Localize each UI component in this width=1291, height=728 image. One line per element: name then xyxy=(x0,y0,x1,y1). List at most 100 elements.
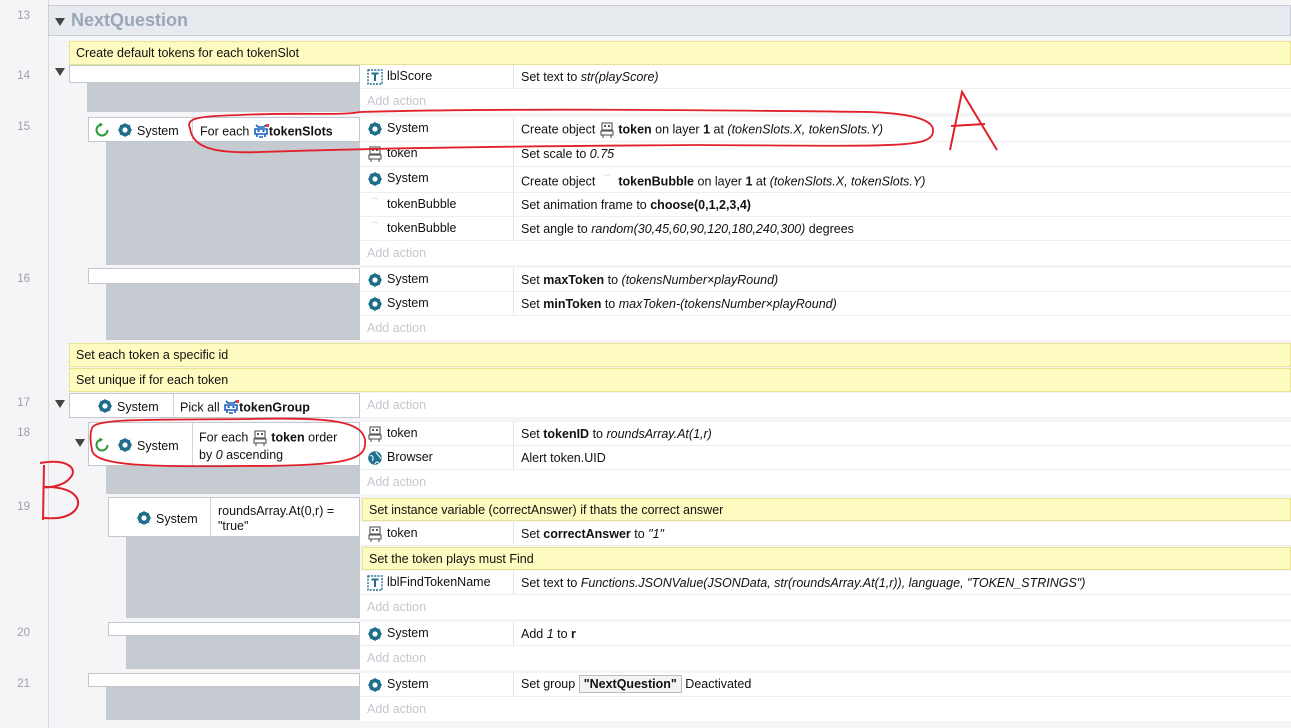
system-gear-icon xyxy=(136,510,152,526)
add-action-button[interactable]: Add action xyxy=(360,393,1291,417)
sprite-invader-icon xyxy=(224,400,240,414)
column-divider xyxy=(513,446,514,469)
column-divider xyxy=(192,423,193,465)
condition-object-name: System xyxy=(137,124,179,138)
action-row[interactable]: System Set minToken to maxToken-(tokensN… xyxy=(360,292,1291,316)
action-text: Set minToken to maxToken-(tokensNumber×p… xyxy=(521,297,837,311)
token-robot-icon xyxy=(368,426,382,442)
add-action-button[interactable]: Add action xyxy=(360,316,1291,340)
event-17-condition-block[interactable]: System Pick all tokenGroup xyxy=(69,393,360,418)
event-group-header[interactable]: NextQuestion xyxy=(48,5,1291,36)
action-object-name: System xyxy=(387,677,429,692)
condition-object-name: System xyxy=(117,400,159,414)
token-robot-icon xyxy=(368,146,382,162)
action-object-name: tokenBubble xyxy=(387,197,457,212)
system-gear-icon xyxy=(367,171,383,187)
loop-icon xyxy=(95,122,109,137)
action-text: Add 1 to r xyxy=(521,627,576,641)
line-number: 14 xyxy=(17,70,30,82)
action-row[interactable]: System Add 1 to r xyxy=(360,622,1291,646)
system-gear-icon xyxy=(367,626,383,642)
line-number: 13 xyxy=(17,10,30,22)
bubble-icon xyxy=(371,221,379,224)
bubble-icon xyxy=(371,197,379,200)
action-row[interactable]: token Set tokenID to roundsArray.At(1,r) xyxy=(360,422,1291,446)
collapse-triangle-icon[interactable] xyxy=(75,439,85,447)
add-action-button[interactable]: Add action xyxy=(360,241,1291,265)
event-21-condition-block[interactable] xyxy=(88,673,360,687)
condition-text: roundsArray.At(0,r) = "true" xyxy=(218,504,335,533)
column-divider xyxy=(513,422,514,445)
action-text: Alert token.UID xyxy=(521,451,606,465)
line-number: 17 xyxy=(17,397,30,409)
event-comment[interactable]: Set each token a specific id xyxy=(69,343,1291,367)
collapse-triangle-icon[interactable] xyxy=(55,400,65,408)
action-row[interactable]: System Create object token on layer 1 at… xyxy=(360,117,1291,142)
group-title: NextQuestion xyxy=(71,10,189,30)
browser-globe-icon xyxy=(367,450,383,466)
collapse-triangle-icon[interactable] xyxy=(55,68,65,76)
condition-text: For each tokenSlots xyxy=(200,124,333,139)
condition-object-name: System xyxy=(137,439,179,453)
column-divider xyxy=(513,217,514,240)
action-row[interactable]: lblScore Set text to str(playScore) xyxy=(360,65,1291,89)
action-comment[interactable]: Set instance variable (correctAnswer) if… xyxy=(362,498,1291,521)
condition-object-name: System xyxy=(156,512,198,526)
action-object-name: System xyxy=(387,272,429,287)
event-20-condition-block[interactable] xyxy=(108,622,360,636)
action-text: Set angle to random(30,45,60,90,120,180,… xyxy=(521,222,854,236)
line-number: 20 xyxy=(17,627,30,639)
condition-text-line1: For each token order xyxy=(199,430,338,446)
action-row[interactable]: lblFindTokenName Set text to Functions.J… xyxy=(360,571,1291,595)
system-gear-icon xyxy=(97,398,113,414)
condition-text: Pick all tokenGroup xyxy=(180,400,310,415)
action-row[interactable]: System Set group "NextQuestion" Deactiva… xyxy=(360,673,1291,697)
action-row[interactable]: token Set scale to 0.75 xyxy=(360,142,1291,167)
gutter-line xyxy=(48,0,49,728)
column-divider xyxy=(513,117,514,141)
action-object-name: System xyxy=(387,171,429,186)
event-16-condition-block[interactable] xyxy=(88,268,360,284)
sprite-invader-icon xyxy=(254,124,269,138)
column-divider xyxy=(513,673,514,696)
add-action-button[interactable]: Add action xyxy=(360,595,1291,619)
add-action-button[interactable]: Add action xyxy=(360,89,1291,113)
action-row[interactable]: System Create object tokenBubble on laye… xyxy=(360,167,1291,193)
system-gear-icon xyxy=(367,296,383,312)
action-object-name: token xyxy=(387,426,418,441)
add-action-button[interactable]: Add action xyxy=(360,697,1291,721)
action-row[interactable]: Browser Alert token.UID xyxy=(360,446,1291,470)
action-row[interactable]: token Set correctAnswer to "1" xyxy=(360,522,1291,546)
event-14-condition-block[interactable] xyxy=(69,65,360,83)
column-divider xyxy=(513,142,514,166)
column-divider xyxy=(192,118,193,141)
bubble-icon xyxy=(603,174,611,177)
action-row[interactable]: tokenBubble Set animation frame to choos… xyxy=(360,193,1291,217)
action-comment[interactable]: Set the token plays must Find xyxy=(362,547,1291,570)
system-gear-icon xyxy=(367,121,383,137)
action-object-name: token xyxy=(387,146,418,161)
event-15-condition-block[interactable]: System For each tokenSlots xyxy=(88,117,360,142)
action-text: Set correctAnswer to "1" xyxy=(521,527,664,541)
action-object-name: System xyxy=(387,626,429,641)
column-divider xyxy=(513,522,514,545)
event-comment[interactable]: Create default tokens for each tokenSlot xyxy=(69,41,1291,65)
action-object-name: lblFindTokenName xyxy=(387,575,491,590)
add-action-button[interactable]: Add action xyxy=(360,646,1291,670)
event-19-condition-block[interactable]: System roundsArray.At(0,r) = "true" xyxy=(108,497,360,537)
system-gear-icon xyxy=(367,677,383,693)
event-comment[interactable]: Set unique if for each token xyxy=(69,368,1291,392)
annotation-letter-b xyxy=(39,460,80,521)
event-18-condition-block[interactable]: System For each token order by 0 ascendi… xyxy=(88,422,360,466)
action-row[interactable]: System Set maxToken to (tokensNumber×pla… xyxy=(360,268,1291,292)
action-row[interactable]: tokenBubble Set angle to random(30,45,60… xyxy=(360,217,1291,241)
action-text: Set text to str(playScore) xyxy=(521,70,659,84)
collapse-triangle-icon[interactable] xyxy=(55,18,65,26)
line-number: 21 xyxy=(17,678,30,690)
system-gear-icon xyxy=(367,272,383,288)
system-gear-icon xyxy=(117,437,133,453)
line-number: 16 xyxy=(17,273,30,285)
token-robot-icon xyxy=(253,430,267,446)
add-action-button[interactable]: Add action xyxy=(360,470,1291,494)
action-text: Set group "NextQuestion" Deactivated xyxy=(521,675,752,693)
